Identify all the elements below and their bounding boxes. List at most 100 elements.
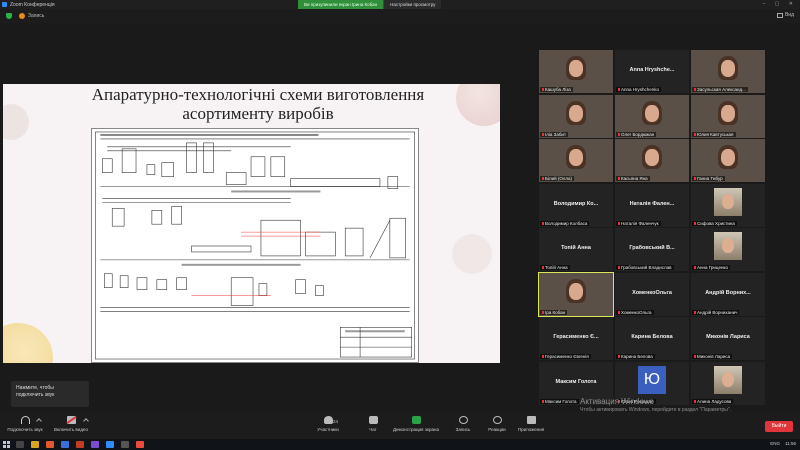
participant-name-label: Грабовський Владислав	[616, 265, 674, 270]
participant-tile[interactable]: Кашуба Ліза	[539, 50, 613, 93]
tooltip-line2: подключить звук	[16, 392, 55, 398]
muted-mic-icon	[694, 221, 696, 225]
slide-decoration	[3, 323, 53, 363]
join-audio-button[interactable]: Подключить звук	[2, 416, 48, 432]
participant-display-name: ХоменкоОльга	[632, 289, 672, 296]
participant-tile[interactable]: Ганна Тибур	[691, 139, 765, 182]
participant-tile[interactable]: Сифова Христина	[691, 183, 765, 227]
participant-name: Андрій Ворниханич	[697, 309, 738, 315]
apps-button[interactable]: Приложения	[508, 416, 554, 432]
participant-name: Грабовський Владислав	[621, 265, 672, 270]
language-indicator[interactable]: ENG	[770, 441, 780, 446]
record-label: Запись	[455, 427, 471, 432]
muted-mic-icon	[694, 355, 696, 358]
muted-mic-icon	[618, 266, 620, 269]
opera-icon[interactable]	[46, 441, 54, 448]
participant-display-name: Топій Анна	[561, 245, 591, 251]
participant-name-label: Сифова Христина	[692, 220, 737, 226]
participant-tile[interactable]: Юлия Кавтуськая	[691, 94, 765, 138]
participant-name: Юлия Кавтуськая	[697, 131, 734, 137]
participant-name: Топій Анна	[545, 265, 568, 270]
participant-name-label: Володимир Колбаса	[540, 220, 590, 226]
participant-tile[interactable]: Анна Гриценко	[691, 228, 765, 271]
muted-mic-icon	[694, 399, 696, 403]
participant-name-label: Кашуба Ліза	[540, 87, 573, 92]
participants-button[interactable]: 24 Участники	[305, 416, 351, 432]
participant-video	[721, 60, 735, 77]
participant-name: Касьяна Яна	[621, 176, 648, 181]
reactions-icon	[492, 416, 502, 424]
participant-name-label: Карина Белова	[616, 354, 655, 359]
audio-tooltip: Нажмите, чтобы подключить звук	[11, 381, 89, 407]
participant-tile[interactable]: Олег Бордюжан	[615, 94, 689, 138]
viber-icon[interactable]	[91, 441, 99, 448]
participant-tile[interactable]: Топій Анна Топій Анна	[539, 228, 613, 271]
muted-mic-icon	[618, 310, 620, 314]
participant-name: Максим Голота	[545, 398, 577, 404]
participant-name-label: Іліа Забит	[540, 131, 569, 137]
chat-icon	[368, 416, 378, 424]
participant-name: Герасименко Євгенія	[545, 354, 589, 359]
participant-tile[interactable]: Володимир Ко... Володимир Колбаса	[539, 183, 613, 227]
participant-name: Алина Ладусова	[697, 398, 732, 404]
share-screen-label: Демонстрация экрана	[393, 427, 439, 432]
chrome-icon[interactable]	[136, 441, 144, 448]
window-title: Zoom Конференція	[10, 1, 55, 8]
slide-title: Апаратурно-технологічні схеми виготовлен…	[33, 85, 483, 123]
initial-avatar: Ю	[638, 365, 666, 394]
participant-tile[interactable]: Миконів Лариса Миконів Лариса	[691, 317, 765, 360]
powerpoint-icon[interactable]	[76, 441, 84, 448]
muted-mic-icon	[542, 266, 544, 269]
participant-tile[interactable]: Білий (Олла)	[539, 139, 613, 182]
share-screen-button[interactable]: Демонстрация экрана	[393, 416, 439, 432]
participant-name-label: Максим Голота	[540, 398, 579, 404]
participant-tile[interactable]: Андрій Ворних... Андрій Ворниханич	[691, 272, 765, 316]
participant-name-label: ХоменкоОльга	[616, 309, 654, 315]
participant-name-label: Наталія Фаленчук	[616, 220, 661, 226]
participant-name-label: Топій Анна	[540, 265, 570, 270]
participant-video	[721, 149, 735, 166]
record-icon	[458, 416, 468, 424]
file-explorer-icon[interactable]	[31, 441, 39, 448]
view-options-button[interactable]: Настройки просмотру	[383, 0, 442, 9]
participant-tile[interactable]: Алина Ладусова	[691, 361, 765, 405]
technical-drawing	[91, 128, 419, 363]
view-button[interactable]: Вид	[776, 12, 794, 18]
participant-video	[645, 149, 659, 166]
participant-tile[interactable]: Грабовський В... Грабовський Владислав	[615, 228, 689, 271]
participant-tile[interactable]: Засульская Александ...	[691, 50, 765, 93]
participant-tile[interactable]: Герасименко Є... Герасименко Євгенія	[539, 317, 613, 360]
top-toolbar: Запись Вид	[0, 9, 800, 23]
apps-icon	[526, 416, 536, 424]
search-icon[interactable]	[16, 441, 24, 448]
slide-decoration	[3, 104, 29, 140]
muted-mic-icon	[618, 88, 620, 91]
participant-tile[interactable]: Ірa Кобан	[538, 271, 614, 317]
participant-tile[interactable]: Наталія Фален... Наталія Фаленчук	[615, 183, 689, 227]
participant-display-name: Anna Hryshche...	[629, 67, 675, 73]
word-icon[interactable]	[61, 441, 69, 448]
muted-mic-icon	[542, 221, 544, 225]
participant-tile[interactable]: Anna Hryshche... Anna Hryshchenko	[615, 50, 689, 93]
participant-tile[interactable]: Іліа Забит	[539, 94, 613, 138]
zoom-taskbar-icon[interactable]	[106, 441, 114, 448]
windows-start-icon[interactable]	[3, 441, 10, 448]
grid-icon	[776, 12, 783, 18]
chat-button[interactable]: Чат	[350, 416, 396, 432]
clock[interactable]: 11:56	[785, 441, 796, 446]
participant-name-label: Ірa Кобан	[540, 309, 568, 315]
share-banner: Ви призупинили екран Ірина Кобан Настрой…	[298, 0, 442, 9]
participant-tile[interactable]: ХоменкоОльга ХоменкоОльга	[615, 272, 689, 316]
security-shield-icon[interactable]	[6, 13, 12, 19]
window-controls[interactable]: – ▢ ✕	[763, 1, 797, 7]
participant-tile[interactable]: Карина Белова Карина Белова	[615, 317, 689, 360]
muted-mic-icon	[618, 355, 620, 358]
participant-video	[569, 149, 583, 166]
leave-button[interactable]: Выйти	[765, 421, 793, 432]
taskbar-app-icon[interactable]	[121, 441, 129, 448]
participant-tile[interactable]: Касьяна Яна	[615, 139, 689, 182]
participant-name: Ганна Тибур	[697, 176, 723, 181]
video-off-icon	[66, 416, 76, 424]
muted-mic-icon	[694, 310, 696, 314]
slide-title-line2: асортименту виробів	[182, 104, 334, 123]
